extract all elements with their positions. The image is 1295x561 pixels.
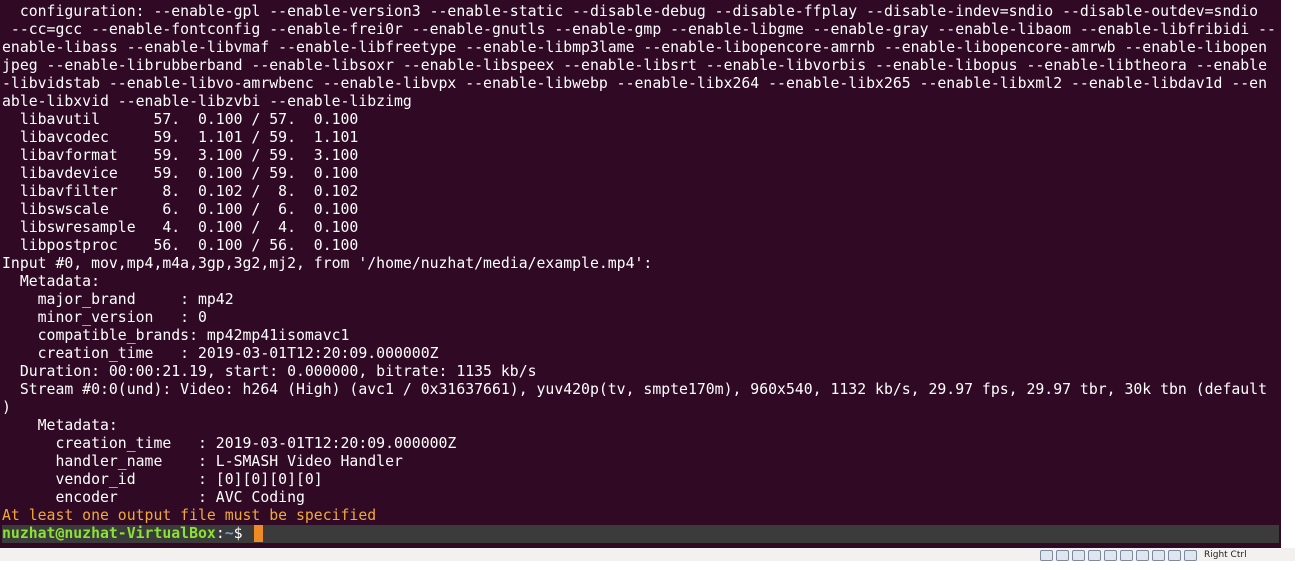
window-edge	[1281, 0, 1295, 561]
terminal-line: libswscale 6. 0.100 / 6. 0.100	[2, 201, 359, 218]
terminal-line: libswresample 4. 0.100 / 4. 0.100	[2, 219, 359, 236]
terminal-line: libavdevice 59. 0.100 / 59. 0.100	[2, 165, 359, 182]
recording-icon[interactable]	[1152, 549, 1165, 561]
shared-folder-icon[interactable]	[1120, 549, 1133, 561]
terminal-line: libavfilter 8. 0.102 / 8. 0.102	[2, 183, 359, 200]
terminal-line: libavformat 59. 3.100 / 59. 3.100	[2, 147, 359, 164]
terminal-output: configuration: --enable-gpl --enable-ver…	[2, 3, 1279, 543]
host-key-label: Right Ctrl	[1204, 550, 1247, 560]
terminal-line: encoder : AVC Coding	[2, 489, 305, 506]
terminal-line: vendor_id : [0][0][0][0]	[2, 471, 323, 488]
usb-icon[interactable]	[1104, 549, 1117, 561]
hard-disk-icon[interactable]	[1040, 549, 1053, 561]
optical-drive-icon[interactable]	[1056, 549, 1069, 561]
terminal-line: )	[2, 399, 11, 416]
terminal-line: libavutil 57. 0.100 / 57. 0.100	[2, 111, 359, 128]
terminal-line: libavcodec 59. 1.101 / 59. 1.101	[2, 129, 359, 146]
terminal-line: handler_name : L-SMASH Video Handler	[2, 453, 403, 470]
terminal-line: able-libxvid --enable-libzvbi --enable-l…	[2, 93, 412, 110]
terminal-line: minor_version : 0	[2, 309, 207, 326]
terminal-line: jpeg --enable-librubberband --enable-lib…	[2, 57, 1268, 74]
terminal-line: Duration: 00:00:21.19, start: 0.000000, …	[2, 363, 537, 380]
terminal-line: major_brand : mp42	[2, 291, 234, 308]
terminal-line: -libvidstab --enable-libvo-amrwbenc --en…	[2, 75, 1268, 92]
terminal-line: creation_time : 2019-03-01T12:20:09.0000…	[2, 435, 457, 452]
text-cursor	[254, 525, 264, 542]
prompt-symbol: $	[233, 525, 252, 542]
terminal-window[interactable]: configuration: --enable-gpl --enable-ver…	[0, 0, 1281, 548]
keyboard-icon[interactable]	[1184, 549, 1197, 561]
terminal-line: libpostproc 56. 0.100 / 56. 0.100	[2, 237, 359, 254]
error-message: At least one output file must be specifi…	[2, 507, 377, 524]
terminal-line: Stream #0:0(und): Video: h264 (High) (av…	[2, 381, 1268, 398]
network-icon[interactable]	[1088, 549, 1101, 561]
terminal-line: configuration: --enable-gpl --enable-ver…	[2, 3, 1259, 20]
audio-icon[interactable]	[1072, 549, 1085, 561]
terminal-line: compatible_brands: mp42mp41isomavc1	[2, 327, 350, 344]
shell-prompt[interactable]: nuzhat@nuzhat-VirtualBox:~$	[2, 525, 1279, 543]
prompt-path: ~	[224, 525, 234, 542]
mouse-integration-icon[interactable]	[1168, 549, 1181, 561]
terminal-line: enable-libass --enable-libvmaf --enable-…	[2, 39, 1268, 56]
terminal-line: Input #0, mov,mp4,m4a,3gp,3g2,mj2, from …	[2, 255, 653, 272]
prompt-separator: :	[215, 525, 225, 542]
terminal-line: Metadata:	[2, 273, 100, 290]
terminal-line: --cc=gcc --enable-fontconfig --enable-fr…	[2, 21, 1276, 38]
display-icon[interactable]	[1136, 549, 1149, 561]
prompt-user-host: nuzhat@nuzhat-VirtualBox	[2, 525, 216, 542]
status-icons: Right Ctrl	[1040, 549, 1247, 561]
virtualbox-status-bar: Right Ctrl	[0, 548, 1295, 561]
terminal-line: creation_time : 2019-03-01T12:20:09.0000…	[2, 345, 439, 362]
terminal-line: Metadata:	[2, 417, 118, 434]
